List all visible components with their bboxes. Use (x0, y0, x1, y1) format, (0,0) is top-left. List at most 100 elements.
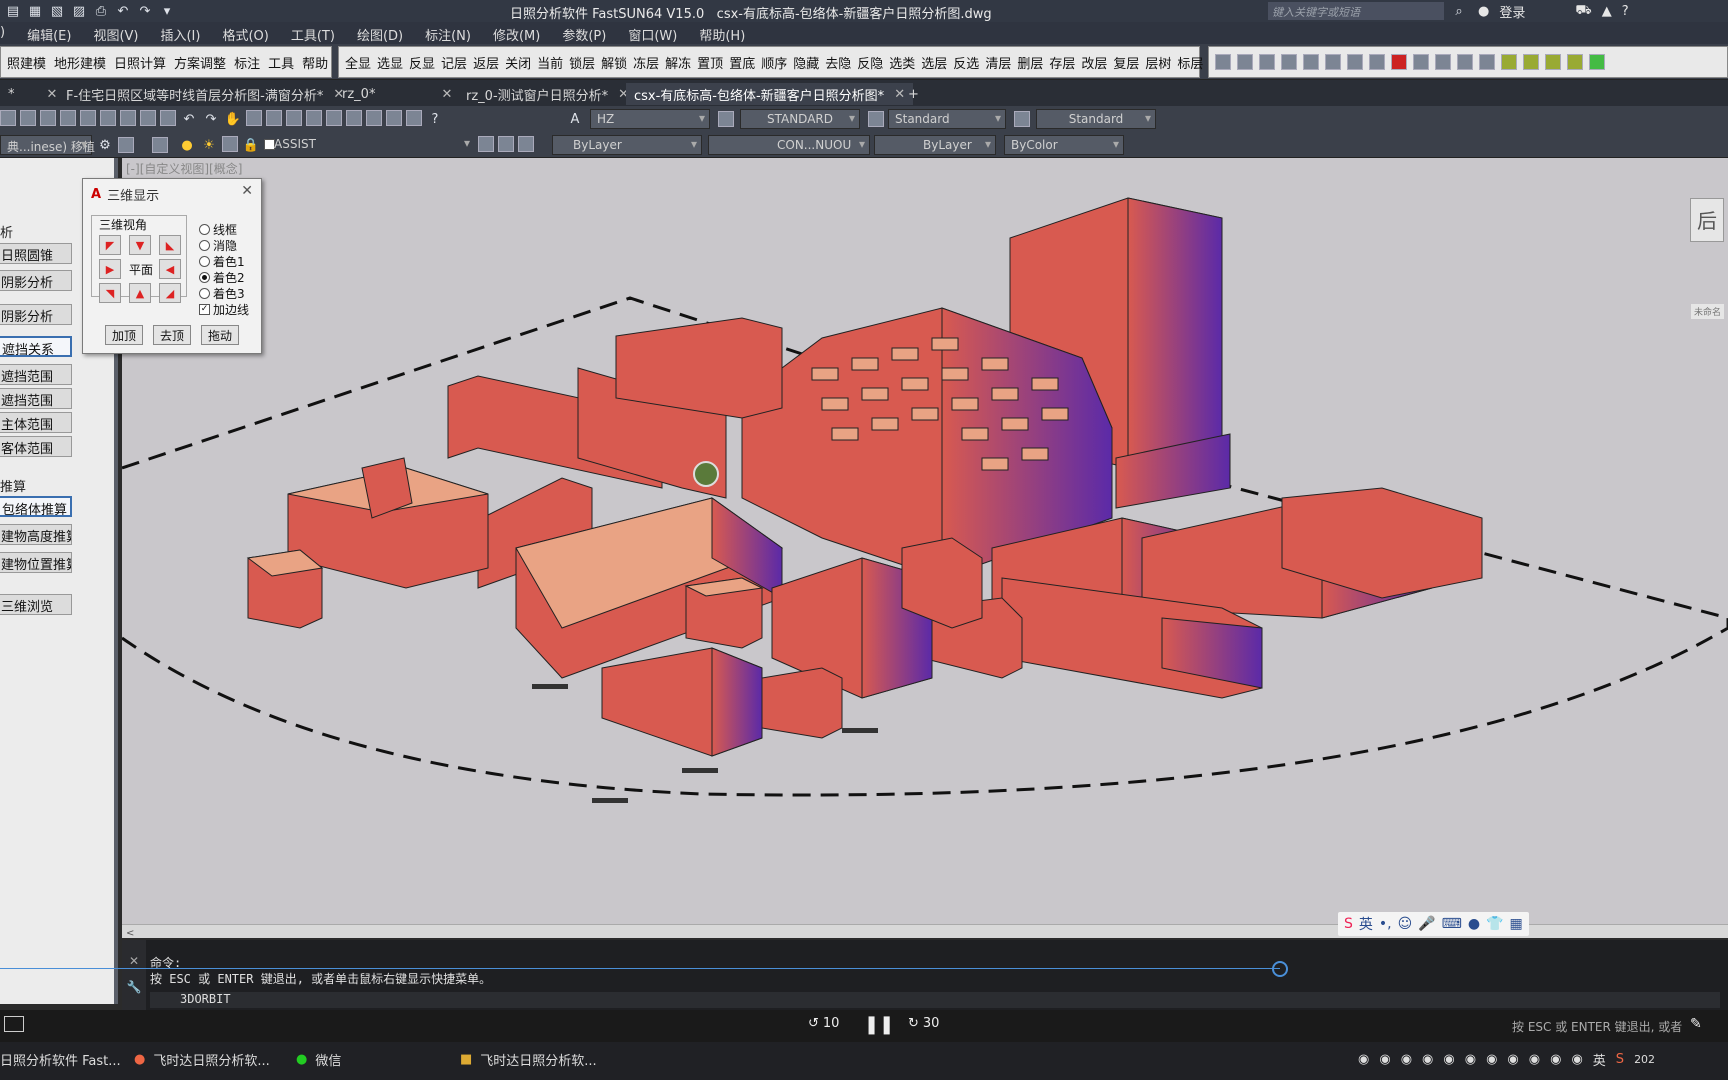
new-tab-button[interactable]: + (900, 83, 927, 105)
undo-icon[interactable]: ↶ (180, 110, 198, 128)
ime-lang[interactable]: 英 (1359, 914, 1373, 934)
tray-icon[interactable]: ◉ (1529, 1052, 1540, 1067)
tool-icon[interactable] (20, 110, 36, 126)
ribbon-item[interactable]: 反显 (409, 53, 435, 72)
panel-button[interactable]: 遮挡关系 (0, 336, 72, 357)
tool-icon[interactable] (1325, 54, 1341, 70)
ribbon-item[interactable]: 地形建模 (54, 53, 106, 72)
lock-icon[interactable]: 🔒 (242, 136, 260, 154)
apps-icon[interactable]: ▦ (1510, 916, 1523, 932)
zoom-previous-icon[interactable] (286, 110, 302, 126)
radio-hidden[interactable]: 消隐 (199, 237, 237, 254)
tray-icon[interactable]: ◉ (1379, 1052, 1390, 1067)
login-button[interactable]: 登录 (1499, 2, 1525, 21)
tray-icon[interactable]: ◉ (1507, 1052, 1518, 1067)
ribbon-item[interactable]: 选类 (889, 53, 915, 72)
menu-item-insert[interactable]: 插入(I) (160, 25, 200, 44)
tool-icon[interactable] (1303, 54, 1319, 70)
tray-icon[interactable]: ◉ (1443, 1052, 1454, 1067)
menu-item-format[interactable]: 格式(O) (222, 25, 268, 44)
plotstyle-select[interactable]: ByColor (1004, 135, 1124, 155)
ribbon-item[interactable]: 锁层 (569, 53, 595, 72)
scroll-left-icon[interactable]: < (122, 928, 134, 939)
panel-button[interactable]: 建物高度推算 (0, 524, 72, 545)
tray-icon[interactable]: ◉ (1550, 1052, 1561, 1067)
tool-icon[interactable] (386, 110, 402, 126)
tool-icon[interactable] (1567, 54, 1583, 70)
panel-button[interactable]: 阴影分析 (0, 304, 72, 325)
lineweight-select[interactable]: ByLayer (874, 135, 996, 155)
radio-shade2[interactable]: 着色2 (199, 269, 245, 286)
customize-icon[interactable]: ▾ (158, 2, 176, 20)
ribbon-item[interactable]: 标层 (1177, 53, 1203, 72)
panel-button[interactable]: 遮挡范围 (0, 388, 72, 409)
menu-item-dimension[interactable]: 标注(N) (425, 25, 471, 44)
ribbon-item[interactable]: 置顶 (697, 53, 723, 72)
tab-doc-2[interactable]: rz_0* ✕ (334, 83, 460, 105)
menu-item-draw[interactable]: 绘图(D) (357, 25, 403, 44)
tool-icon[interactable] (366, 110, 382, 126)
ribbon-item[interactable]: 返层 (473, 53, 499, 72)
tool-icon[interactable] (140, 110, 156, 126)
skin-icon[interactable]: 👕 (1486, 916, 1503, 932)
ribbon-item[interactable]: 删层 (1017, 53, 1043, 72)
view-sw-button[interactable]: ◥ (99, 283, 121, 303)
help-icon[interactable]: ? (1622, 4, 1629, 19)
radio-wireframe[interactable]: 线框 (199, 221, 237, 238)
command-input[interactable]: 3DORBIT (150, 992, 1720, 1008)
panel-button[interactable]: 日照圆锥 (0, 243, 72, 264)
tray-icon[interactable]: ◉ (1571, 1052, 1582, 1067)
ribbon-item[interactable]: 顺序 (761, 53, 787, 72)
help-icon[interactable]: ? (426, 110, 444, 128)
tool-icon[interactable] (498, 136, 514, 152)
zoom-icon[interactable] (246, 110, 262, 126)
view-nw-button[interactable]: ◤ (99, 235, 121, 255)
ribbon-item[interactable]: 日照计算 (114, 53, 166, 72)
ribbon-item[interactable]: 解冻 (665, 53, 691, 72)
remove-top-button[interactable]: 去顶 (153, 325, 192, 345)
tool-icon[interactable] (1369, 54, 1385, 70)
menu-item-tools[interactable]: 工具(T) (291, 25, 335, 44)
tool-icon[interactable] (100, 110, 116, 126)
tool-icon[interactable] (1435, 54, 1451, 70)
tool-icon[interactable] (326, 110, 342, 126)
ribbon-item[interactable]: 解锁 (601, 53, 627, 72)
print-icon[interactable]: ⎙ (92, 2, 110, 20)
pan-icon[interactable]: ✋ (224, 110, 242, 128)
clock[interactable]: 202 (1634, 1053, 1655, 1066)
wrench-icon[interactable]: 🔧 (122, 968, 146, 994)
tray-icon[interactable]: ◉ (1401, 1052, 1412, 1067)
cart-icon[interactable]: ⛟ (1575, 3, 1591, 20)
ribbon-item[interactable]: 清层 (985, 53, 1011, 72)
panel-button[interactable]: 主体范围 (0, 412, 72, 433)
save-icon[interactable]: ▦ (26, 2, 44, 20)
ribbon-item[interactable]: 全显 (345, 53, 371, 72)
radio-shade3[interactable]: 着色3 (199, 285, 245, 302)
bulb-icon[interactable]: ● (178, 136, 196, 154)
ribbon-item[interactable]: 置底 (729, 53, 755, 72)
taskbar-item[interactable]: 日照分析软件 Fast... (0, 1050, 121, 1069)
tool-icon[interactable] (1347, 54, 1363, 70)
tray-icon[interactable]: ◉ (1486, 1052, 1497, 1067)
panel-button[interactable]: 阴影分析 (0, 270, 72, 291)
new-file-icon[interactable]: ▤ (4, 2, 22, 20)
ribbon-item[interactable]: 复层 (1113, 53, 1139, 72)
view-s-button[interactable]: ▲ (129, 283, 151, 303)
forward-button[interactable]: ↻ 30 (908, 1016, 939, 1031)
tool-icon[interactable] (1237, 54, 1253, 70)
dimstyle-select[interactable]: STANDARD (740, 109, 860, 129)
close-icon[interactable]: ✕ (441, 87, 452, 102)
search-icon[interactable]: ⌕ (1450, 3, 1468, 21)
taskbar-item[interactable]: ● 微信 (296, 1050, 341, 1069)
pause-button[interactable]: ❚❚ (864, 1014, 894, 1035)
zoom-window-icon[interactable] (266, 110, 282, 126)
sun-icon[interactable]: ☀ (200, 136, 218, 154)
tool-icon[interactable] (1259, 54, 1275, 70)
tool-icon[interactable] (160, 110, 176, 126)
view-ne-button[interactable]: ◣ (159, 235, 181, 255)
panel-button[interactable]: 三维浏览 (0, 594, 72, 615)
tab-doc-3[interactable]: rz_0-测试窗户日照分析* ✕ (458, 83, 637, 105)
tool-icon[interactable] (1479, 54, 1495, 70)
layer-select[interactable]: ASSIST (268, 135, 474, 155)
tool-icon[interactable] (1589, 54, 1605, 70)
